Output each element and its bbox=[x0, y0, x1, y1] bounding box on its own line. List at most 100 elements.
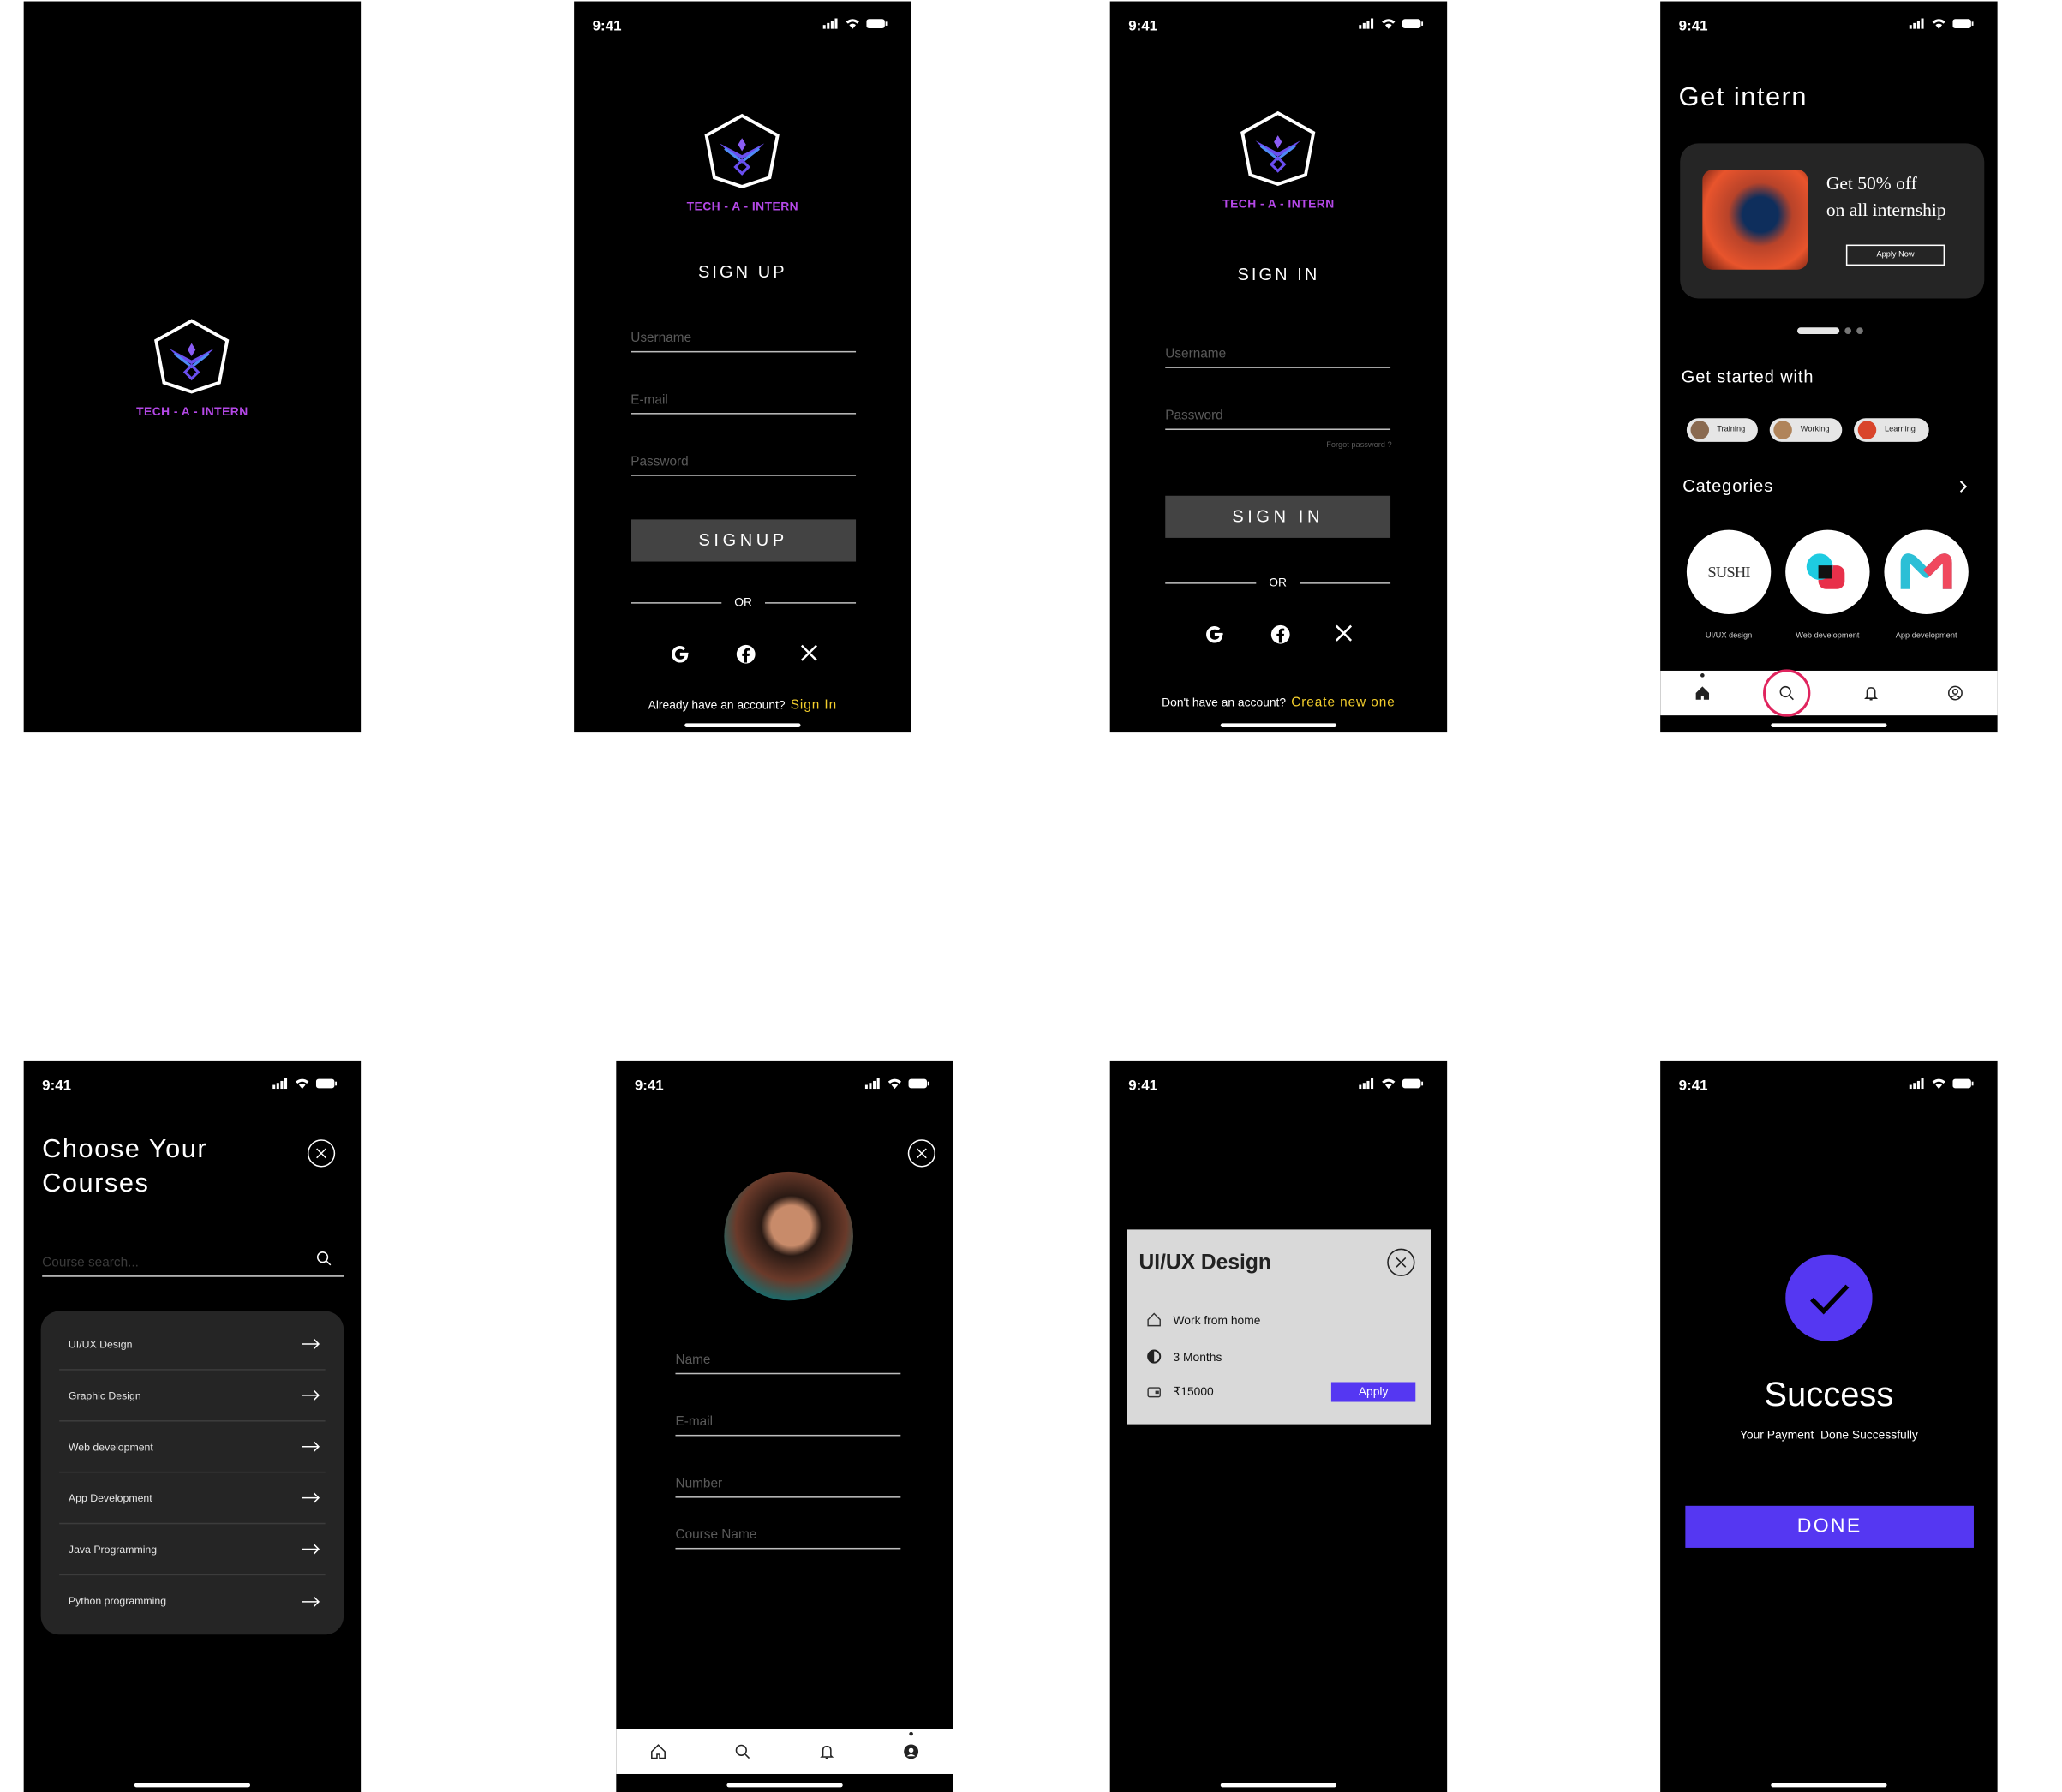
tab-notifications[interactable] bbox=[1851, 673, 1891, 713]
email-field[interactable]: E-mail bbox=[631, 385, 857, 415]
tab-home[interactable] bbox=[1682, 673, 1722, 713]
brand-name: TECH - A - INTERN bbox=[136, 404, 248, 419]
password-field[interactable]: Password bbox=[631, 447, 857, 476]
signup-button[interactable]: SIGNUP bbox=[631, 519, 857, 562]
home-title: Get intern bbox=[1678, 82, 1808, 112]
name-placeholder: Name bbox=[675, 1353, 711, 1368]
facebook-icon[interactable] bbox=[734, 643, 756, 666]
signin-link[interactable]: Sign In bbox=[791, 698, 837, 713]
splash-screen: TECH - A - INTERN bbox=[23, 1, 362, 733]
list-item[interactable]: Python programming bbox=[59, 1575, 325, 1627]
social-login-row bbox=[1204, 624, 1354, 646]
signup-prompt-text: Don't have an account? bbox=[1162, 696, 1287, 709]
chip-training[interactable]: Training bbox=[1686, 418, 1759, 442]
close-icon[interactable] bbox=[1386, 1248, 1415, 1277]
google-icon[interactable] bbox=[1204, 624, 1226, 646]
success-check-icon bbox=[1785, 1254, 1873, 1341]
signin-prompt: Already have an account? Sign In bbox=[574, 698, 911, 713]
email-field[interactable]: E-mail bbox=[675, 1407, 901, 1437]
course-label: UI/UX Design bbox=[68, 1338, 133, 1350]
username-field[interactable]: Username bbox=[1165, 339, 1391, 368]
course-label: Graphic Design bbox=[68, 1389, 141, 1401]
list-item[interactable]: UI/UX Design bbox=[59, 1319, 326, 1371]
carousel-dots[interactable] bbox=[1797, 327, 1863, 334]
signin-screen: 9:41 TECH - A - INTERN SIGN IN Username … bbox=[1109, 1, 1448, 733]
signin-button[interactable]: SIGN IN bbox=[1165, 495, 1391, 538]
category-uiux[interactable]: SUSHI UI/UX design bbox=[1686, 529, 1772, 641]
home-icon bbox=[651, 1744, 666, 1759]
list-item[interactable]: Java Programming bbox=[59, 1524, 326, 1576]
google-icon[interactable] bbox=[669, 643, 691, 666]
apply-now-button[interactable]: Apply Now bbox=[1845, 244, 1945, 266]
password-placeholder: Password bbox=[1165, 409, 1223, 424]
facebook-icon[interactable] bbox=[1269, 624, 1291, 646]
number-field[interactable]: Number bbox=[675, 1469, 901, 1498]
tab-home[interactable] bbox=[638, 1732, 678, 1771]
course-search-input[interactable]: Course search... bbox=[42, 1248, 344, 1277]
chevron-right-icon[interactable] bbox=[1958, 480, 1969, 493]
status-bar: 9:41 bbox=[574, 2, 911, 54]
success-subtitle: Your Payment Done Successfully bbox=[1739, 1428, 1918, 1442]
promo-card[interactable]: Get 50% off on all internship Apply Now bbox=[1680, 143, 1985, 299]
list-item[interactable]: Graphic Design bbox=[59, 1371, 326, 1422]
shield-logo-icon bbox=[1240, 111, 1317, 186]
list-item[interactable]: App Development bbox=[59, 1472, 326, 1525]
home-indicator bbox=[726, 1783, 843, 1788]
clock-icon bbox=[1147, 1349, 1162, 1364]
search-icon[interactable] bbox=[316, 1251, 332, 1266]
name-field[interactable]: Name bbox=[675, 1346, 901, 1375]
course-label: App Development bbox=[68, 1491, 152, 1504]
or-label: OR bbox=[734, 595, 753, 609]
password-field[interactable]: Password bbox=[1165, 401, 1391, 431]
username-placeholder: Username bbox=[1165, 347, 1227, 362]
course-label: Web development bbox=[68, 1440, 153, 1453]
status-icons bbox=[1909, 1078, 1974, 1090]
list-item[interactable]: Web development bbox=[59, 1422, 326, 1473]
arrow-right-icon bbox=[301, 1441, 320, 1452]
or-divider: OR bbox=[631, 595, 857, 609]
create-account-link[interactable]: Create new one bbox=[1291, 696, 1395, 710]
close-icon[interactable] bbox=[307, 1138, 336, 1168]
signup-screen: 9:41 TECH - A - INTERN SIGN UP Username … bbox=[574, 1, 911, 733]
forgot-password-link[interactable]: Forgot password ? bbox=[1326, 442, 1391, 450]
chip-working[interactable]: Working bbox=[1770, 418, 1843, 442]
carousel-dot[interactable] bbox=[1856, 327, 1863, 334]
carousel-dot[interactable] bbox=[1844, 327, 1852, 334]
divider-line bbox=[1165, 582, 1256, 583]
tab-search[interactable] bbox=[723, 1732, 762, 1771]
apply-button[interactable]: Apply bbox=[1330, 1382, 1416, 1402]
tab-profile[interactable] bbox=[892, 1731, 931, 1771]
carousel-dot-active[interactable] bbox=[1797, 327, 1840, 334]
signal-icon bbox=[1359, 18, 1374, 29]
status-time: 9:41 bbox=[1678, 1078, 1708, 1095]
close-icon[interactable] bbox=[907, 1138, 936, 1168]
x-icon[interactable] bbox=[1334, 624, 1354, 643]
signup-prompt: Don't have an account? Create new one bbox=[1110, 696, 1447, 710]
tab-search[interactable] bbox=[1763, 669, 1811, 717]
category-app[interactable]: App development bbox=[1884, 529, 1969, 641]
home-indicator bbox=[1220, 723, 1337, 727]
chip-label: Working bbox=[1800, 426, 1830, 434]
done-button[interactable]: DONE bbox=[1685, 1505, 1974, 1548]
brand-name: TECH - A - INTERN bbox=[686, 200, 799, 213]
work-mode: Work from home bbox=[1173, 1312, 1261, 1327]
courses-title: Choose Your Courses bbox=[42, 1132, 207, 1201]
search-placeholder: Course search... bbox=[42, 1256, 139, 1271]
category-web[interactable]: Web development bbox=[1785, 529, 1870, 641]
web-dev-logo bbox=[1785, 529, 1870, 614]
status-time: 9:41 bbox=[1128, 1078, 1158, 1095]
username-placeholder: Username bbox=[631, 331, 692, 346]
active-dot bbox=[1700, 673, 1705, 678]
brand-name: TECH - A - INTERN bbox=[1222, 197, 1335, 211]
status-icons bbox=[1359, 1078, 1424, 1090]
course-name-field[interactable]: Course Name bbox=[675, 1520, 901, 1550]
chip-learning[interactable]: Learning bbox=[1854, 418, 1929, 442]
avatar[interactable] bbox=[724, 1171, 853, 1301]
signal-icon bbox=[1909, 1078, 1924, 1090]
username-field[interactable]: Username bbox=[631, 324, 857, 353]
wifi-icon bbox=[1382, 19, 1396, 29]
tab-notifications[interactable] bbox=[807, 1732, 846, 1771]
wifi-icon bbox=[846, 19, 859, 29]
x-icon[interactable] bbox=[799, 643, 819, 663]
tab-profile[interactable] bbox=[1935, 673, 1975, 713]
